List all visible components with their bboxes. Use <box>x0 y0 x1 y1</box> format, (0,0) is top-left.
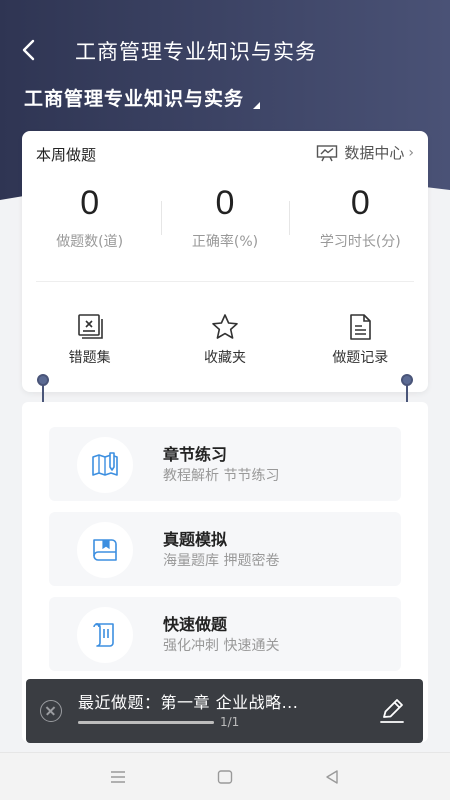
stat-value: 0 <box>215 184 235 222</box>
stat-study-time: 0 学习时长(分) <box>293 181 428 261</box>
stat-divider <box>289 201 290 235</box>
chapter-practice-icon <box>92 452 118 476</box>
menu-icon[interactable] <box>108 767 128 787</box>
practice-record-button[interactable]: 做题记录 <box>293 313 428 367</box>
wrong-questions-icon <box>77 314 103 339</box>
pencil-icon <box>380 699 404 723</box>
module-title: 章节练习 <box>163 445 228 464</box>
dropdown-triangle-icon <box>253 102 261 109</box>
tool-label: 收藏夹 <box>203 350 246 366</box>
recent-practice-text: 最近做题：第一章 企业战略... <box>78 693 299 712</box>
scroll-icon <box>93 623 114 647</box>
subject-selector[interactable]: 工商管理专业知识与实务 <box>24 84 261 111</box>
book-icon <box>93 539 117 561</box>
stat-divider <box>161 201 162 235</box>
module-title: 快速做题 <box>163 615 228 634</box>
page-title: 工商管理专业知识与实务 <box>75 40 317 64</box>
card-divider <box>36 281 414 282</box>
chevron-right-icon: › <box>408 144 414 161</box>
system-nav-bar <box>0 752 450 800</box>
favorites-button[interactable]: 收藏夹 <box>157 313 292 367</box>
icon-circle <box>77 522 133 578</box>
close-icon[interactable] <box>40 700 62 722</box>
top-nav-bar: 工商管理专业知识与实务 <box>0 28 450 72</box>
icon-circle <box>77 607 133 663</box>
star-icon <box>212 314 238 339</box>
recent-progress-track <box>78 721 214 724</box>
weekly-title: 本周做题 <box>36 146 97 164</box>
weekly-stats-card: 本周做题 数据中心 › 0 做题数(道) 0 正确率(%) 0 学习时长(分) <box>22 131 428 392</box>
icon-circle <box>77 437 133 493</box>
module-subtitle: 海量题库 押题密卷 <box>163 553 280 569</box>
home-icon[interactable] <box>215 767 235 787</box>
stat-accuracy: 0 正确率(%) <box>157 181 292 261</box>
back-arrow-icon <box>22 39 35 61</box>
tool-label: 做题记录 <box>332 350 389 366</box>
chart-board-icon <box>317 144 338 161</box>
tools-row: 错题集 收藏夹 做题记录 <box>22 313 428 367</box>
module-subtitle: 强化冲刺 快速通关 <box>163 638 280 654</box>
chapter-practice-item[interactable]: 章节练习 教程解析 节节练习 <box>49 427 401 501</box>
subject-name: 工商管理专业知识与实务 <box>24 88 245 110</box>
tool-label: 错题集 <box>68 350 111 366</box>
recent-practice-bar[interactable]: 最近做题：第一章 企业战略... 1/1 <box>26 679 423 743</box>
stat-value: 0 <box>350 184 370 222</box>
mock-exam-item[interactable]: 真题模拟 海量题库 押题密卷 <box>49 512 401 586</box>
stat-value: 0 <box>80 184 100 222</box>
module-title: 真题模拟 <box>163 530 228 549</box>
stat-label: 正确率(%) <box>191 234 259 250</box>
recent-progress-fill <box>78 721 214 724</box>
continue-practice-button[interactable] <box>377 695 407 729</box>
back-button[interactable] <box>14 34 46 66</box>
back-triangle-icon[interactable] <box>322 767 342 787</box>
quick-practice-item[interactable]: 快速做题 强化冲刺 快速通关 <box>49 597 401 671</box>
stats-row: 0 做题数(道) 0 正确率(%) 0 学习时长(分) <box>22 181 428 261</box>
recent-page-indicator: 1/1 <box>220 715 240 729</box>
data-center-link[interactable]: 数据中心 › <box>316 142 414 163</box>
stat-label: 学习时长(分) <box>319 234 401 250</box>
wrong-questions-button[interactable]: 错题集 <box>22 313 157 367</box>
module-subtitle: 教程解析 节节练习 <box>163 468 280 484</box>
data-center-label: 数据中心 <box>344 144 405 162</box>
stat-label: 做题数(道) <box>56 234 124 250</box>
document-icon <box>350 314 372 340</box>
stat-question-count: 0 做题数(道) <box>22 181 157 261</box>
